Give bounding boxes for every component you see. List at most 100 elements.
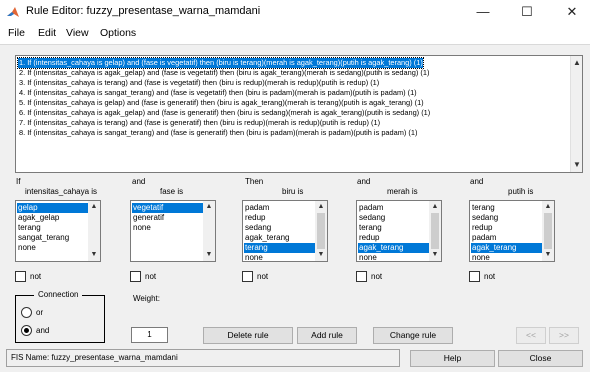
status-bar: FIS Name: fuzzy_presentase_warna_mamdani: [6, 349, 400, 367]
list-item[interactable]: agak_gelap: [17, 213, 88, 223]
scroll-thumb[interactable]: [544, 213, 552, 249]
prev-button[interactable]: <<: [516, 327, 546, 344]
not-label: not: [145, 272, 157, 281]
scroll-down-icon[interactable]: ▼: [88, 250, 100, 260]
rule-item[interactable]: 8. If (intensitas_cahaya is sangat_teran…: [18, 128, 417, 138]
radio-label: or: [36, 308, 44, 317]
menu-edit[interactable]: Edit: [38, 27, 56, 39]
list-item[interactable]: sedang: [244, 223, 315, 233]
not-label: not: [257, 272, 269, 281]
list-item[interactable]: none: [471, 253, 542, 261]
listbox-scrollbar[interactable]: ▲ ▼: [88, 201, 100, 261]
col-var-merah: merah is: [387, 187, 418, 196]
close-window-button[interactable]: ✕: [555, 2, 589, 22]
list-item[interactable]: terang: [244, 243, 315, 253]
change-rule-button[interactable]: Change rule: [373, 327, 453, 344]
menu-view[interactable]: View: [66, 27, 89, 39]
list-item[interactable]: none: [358, 253, 429, 261]
scroll-thumb[interactable]: [317, 213, 325, 249]
title-bar: Rule Editor: fuzzy_presentase_warna_mamd…: [0, 0, 590, 24]
rules-scrollbar[interactable]: ▲ ▼: [570, 56, 582, 172]
rule-item[interactable]: 1. If (intensitas_cahaya is gelap) and (…: [17, 57, 424, 69]
checkbox-icon[interactable]: [469, 271, 480, 282]
scroll-up-icon[interactable]: ▲: [542, 202, 554, 212]
listbox-putih[interactable]: terang sedang redup padam agak_terang no…: [469, 200, 555, 262]
weight-label: Weight:: [133, 294, 160, 303]
minimize-button[interactable]: —: [466, 2, 500, 22]
list-item[interactable]: redup: [471, 223, 542, 233]
listbox-intensitas-cahaya[interactable]: gelap agak_gelap terang sangat_terang no…: [15, 200, 101, 262]
list-item[interactable]: terang: [17, 223, 88, 233]
list-item[interactable]: none: [244, 253, 315, 261]
scroll-up-icon[interactable]: ▲: [315, 202, 327, 212]
radio-icon[interactable]: [21, 325, 32, 336]
scroll-thumb[interactable]: [431, 213, 439, 249]
rule-item[interactable]: 4. If (intensitas_cahaya is sangat_teran…: [18, 88, 417, 98]
not-label: not: [484, 272, 496, 281]
list-item[interactable]: sangat_terang: [17, 233, 88, 243]
list-item[interactable]: generatif: [132, 213, 203, 223]
list-item[interactable]: sedang: [471, 213, 542, 223]
listbox-scrollbar[interactable]: ▲ ▼: [429, 201, 441, 261]
list-item[interactable]: vegetatif: [132, 203, 203, 213]
list-item[interactable]: padam: [358, 203, 429, 213]
list-item[interactable]: terang: [471, 203, 542, 213]
rule-item[interactable]: 7. If (intensitas_cahaya is terang) and …: [18, 118, 380, 128]
matlab-icon: [7, 7, 19, 17]
col-var-intensitas: intensitas_cahaya is: [25, 187, 98, 196]
close-button[interactable]: Close: [498, 350, 583, 367]
scroll-down-icon[interactable]: ▼: [571, 159, 583, 171]
list-item[interactable]: redup: [358, 233, 429, 243]
checkbox-icon[interactable]: [356, 271, 367, 282]
rule-item[interactable]: 3. If (intensitas_cahaya is terang) and …: [18, 78, 379, 88]
col-var-biru: biru is: [282, 187, 304, 196]
scroll-up-icon[interactable]: ▲: [203, 202, 215, 212]
scroll-up-icon[interactable]: ▲: [88, 202, 100, 212]
list-item[interactable]: gelap: [17, 203, 88, 213]
checkbox-icon[interactable]: [130, 271, 141, 282]
checkbox-icon[interactable]: [242, 271, 253, 282]
list-item[interactable]: padam: [244, 203, 315, 213]
scroll-up-icon[interactable]: ▲: [571, 57, 583, 69]
not-label: not: [30, 272, 42, 281]
listbox-merah[interactable]: padam sedang terang redup agak_terang no…: [356, 200, 442, 262]
rule-item[interactable]: 5. If (intensitas_cahaya is gelap) and (…: [18, 98, 424, 108]
list-item[interactable]: agak_terang: [358, 243, 429, 253]
window-title: Rule Editor: fuzzy_presentase_warna_mamd…: [26, 5, 261, 17]
list-item[interactable]: terang: [358, 223, 429, 233]
list-item[interactable]: agak_terang: [244, 233, 315, 243]
help-button[interactable]: Help: [410, 350, 495, 367]
list-item[interactable]: redup: [244, 213, 315, 223]
list-item[interactable]: agak_terang: [471, 243, 542, 253]
next-button[interactable]: >>: [549, 327, 579, 344]
menu-file[interactable]: File: [8, 27, 25, 39]
col-prefix-then: Then: [245, 177, 264, 186]
scroll-up-icon[interactable]: ▲: [429, 202, 441, 212]
checkbox-icon[interactable]: [15, 271, 26, 282]
scroll-down-icon[interactable]: ▼: [429, 250, 441, 260]
rules-list[interactable]: 1. If (intensitas_cahaya is gelap) and (…: [15, 55, 583, 173]
listbox-scrollbar[interactable]: ▲ ▼: [542, 201, 554, 261]
scroll-down-icon[interactable]: ▼: [315, 250, 327, 260]
list-item[interactable]: none: [132, 223, 203, 233]
rule-item[interactable]: 2. If (intensitas_cahaya is agak_gelap) …: [18, 68, 429, 78]
col-prefix-and: and: [357, 177, 371, 186]
list-item[interactable]: none: [17, 243, 88, 253]
scroll-down-icon[interactable]: ▼: [542, 250, 554, 260]
menu-options[interactable]: Options: [100, 27, 136, 39]
add-rule-button[interactable]: Add rule: [297, 327, 357, 344]
col-prefix-and: and: [470, 177, 484, 186]
delete-rule-button[interactable]: Delete rule: [203, 327, 293, 344]
list-item[interactable]: padam: [471, 233, 542, 243]
listbox-scrollbar[interactable]: ▲ ▼: [203, 201, 215, 261]
rule-item[interactable]: 6. If (intensitas_cahaya is agak_gelap) …: [18, 108, 430, 118]
list-item[interactable]: sedang: [358, 213, 429, 223]
radio-label: and: [36, 326, 50, 335]
maximize-button[interactable]: ☐: [510, 2, 544, 22]
listbox-fase[interactable]: vegetatif generatif none ▲ ▼: [130, 200, 216, 262]
scroll-down-icon[interactable]: ▼: [203, 250, 215, 260]
radio-icon[interactable]: [21, 307, 32, 318]
weight-input[interactable]: 1: [131, 327, 168, 343]
listbox-biru[interactable]: padam redup sedang agak_terang terang no…: [242, 200, 328, 262]
listbox-scrollbar[interactable]: ▲ ▼: [315, 201, 327, 261]
